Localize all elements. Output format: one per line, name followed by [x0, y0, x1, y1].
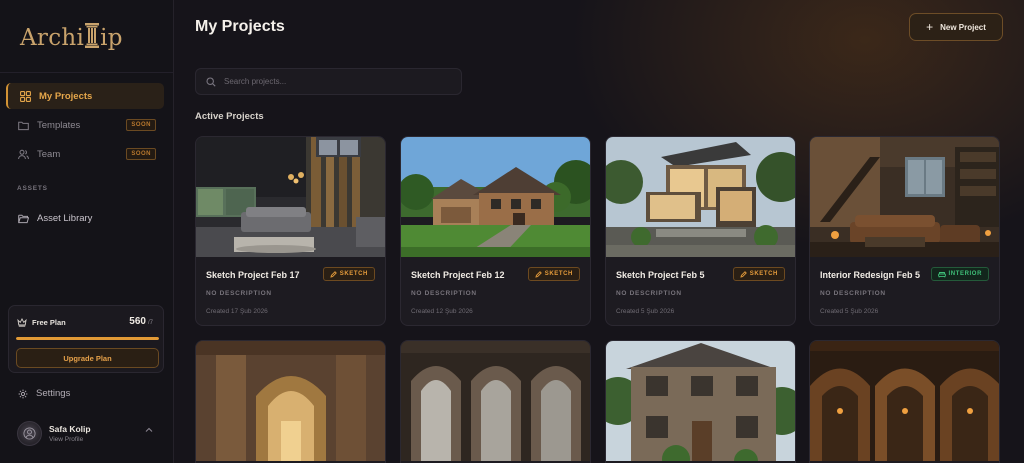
- project-title: Sketch Project Feb 12: [411, 270, 505, 280]
- project-type-badge: SKETCH: [322, 267, 375, 281]
- active-projects-heading: Active Projects: [195, 111, 264, 122]
- search-box[interactable]: [195, 68, 462, 95]
- project-type-badge: SKETCH: [732, 267, 785, 281]
- folder-open-icon: [18, 213, 29, 224]
- sidebar-item-asset-library[interactable]: Asset Library: [6, 205, 164, 231]
- project-description: NO DESCRIPTION: [616, 290, 682, 297]
- plus-icon: +: [926, 20, 934, 34]
- column-icon: [85, 22, 100, 54]
- project-card[interactable]: Interior Redesign Feb 5 INTERIOR NO DESC…: [809, 136, 1000, 326]
- project-card[interactable]: [605, 340, 796, 463]
- project-description: NO DESCRIPTION: [820, 290, 886, 297]
- badge-label: INTERIOR: [948, 271, 982, 277]
- project-title: Sketch Project Feb 17: [206, 270, 300, 280]
- sidebar-item-label: Asset Library: [37, 212, 93, 224]
- project-thumbnail[interactable]: [196, 137, 385, 257]
- pencil-icon: [535, 270, 542, 278]
- project-card[interactable]: Sketch Project Feb 12 SKETCH NO DESCRIPT…: [400, 136, 591, 326]
- project-thumbnail[interactable]: [401, 341, 590, 461]
- badge-label: SKETCH: [339, 271, 368, 277]
- project-type-badge: SKETCH: [527, 267, 580, 281]
- pencil-icon: [740, 270, 747, 278]
- plan-card: Free Plan 560/7 Upgrade Plan: [8, 305, 164, 373]
- project-card[interactable]: Sketch Project Feb 17 SKETCH NO DESCRIPT…: [195, 136, 386, 326]
- sidebar-item-templates[interactable]: Templates SOON: [6, 112, 164, 138]
- logo-text-left: Archi: [20, 25, 85, 51]
- soon-badge: SOON: [126, 148, 156, 160]
- page-title: My Projects: [195, 18, 285, 35]
- settings-label: Settings: [36, 388, 71, 399]
- project-card[interactable]: Sketch Project Feb 5 SKETCH NO DESCRIPTI…: [605, 136, 796, 326]
- plan-name: Free Plan: [17, 318, 66, 327]
- project-title: Interior Redesign Feb 5: [820, 270, 921, 280]
- profile-text: Safa Kolip View Profile: [49, 424, 91, 443]
- project-card[interactable]: [400, 340, 591, 463]
- sidebar-item-team[interactable]: Team SOON: [6, 141, 164, 167]
- plan-name-text: Free Plan: [32, 318, 66, 327]
- project-type-badge: INTERIOR: [930, 267, 989, 281]
- project-description: NO DESCRIPTION: [206, 290, 272, 297]
- profile-menu[interactable]: Safa Kolip View Profile: [17, 419, 157, 447]
- plan-credits: 560/7: [129, 316, 153, 327]
- pencil-icon: [330, 270, 337, 278]
- credits-suffix: /7: [147, 320, 153, 326]
- project-card[interactable]: [195, 340, 386, 463]
- project-description: NO DESCRIPTION: [411, 290, 477, 297]
- project-date: Created 5 Şub 2026: [616, 308, 675, 315]
- project-thumbnail[interactable]: [606, 341, 795, 461]
- project-thumbnail[interactable]: [196, 341, 385, 461]
- users-icon: [18, 149, 29, 160]
- search-input[interactable]: [224, 77, 444, 86]
- divider: [0, 72, 173, 73]
- sidebar-item-label: My Projects: [39, 90, 93, 102]
- soon-badge: SOON: [126, 119, 156, 131]
- upgrade-plan-button[interactable]: Upgrade Plan: [16, 348, 159, 368]
- crown-icon: [17, 318, 27, 327]
- project-thumbnail[interactable]: [810, 137, 999, 257]
- credits-progress-bar: [16, 337, 159, 340]
- sidebar-item-label: Team: [37, 148, 61, 160]
- logo-text-right: ip: [100, 25, 123, 51]
- chevron-up-icon[interactable]: [145, 427, 153, 433]
- credits-value: 560: [129, 316, 146, 327]
- sidebar-item-my-projects[interactable]: My Projects: [6, 83, 164, 109]
- project-date: Created 17 Şub 2026: [206, 308, 268, 315]
- badge-label: SKETCH: [544, 271, 573, 277]
- sidebar-item-label: Templates: [37, 119, 81, 131]
- project-thumbnail[interactable]: [401, 137, 590, 257]
- project-title: Sketch Project Feb 5: [616, 270, 705, 280]
- assets-section-label: ASSETS: [17, 185, 48, 192]
- gear-icon: [18, 389, 28, 399]
- settings-link[interactable]: Settings: [18, 388, 70, 399]
- credits-progress-fill: [16, 337, 159, 340]
- main-content: My Projects + New Project Active Project…: [175, 0, 1024, 463]
- search-icon: [206, 76, 216, 87]
- avatar: [17, 420, 42, 446]
- project-thumbnail[interactable]: [606, 137, 795, 257]
- sofa-icon: [937, 271, 946, 278]
- project-thumbnail[interactable]: [810, 341, 999, 461]
- badge-label: SKETCH: [749, 271, 778, 277]
- sidebar: Archi ip My Projects Templates SOON Team…: [0, 0, 174, 463]
- new-project-label: New Project: [940, 22, 986, 32]
- new-project-button[interactable]: + New Project: [909, 13, 1003, 41]
- project-card[interactable]: [809, 340, 1000, 463]
- project-date: Created 12 Şub 2026: [411, 308, 473, 315]
- archiip-logo[interactable]: Archi ip: [20, 20, 123, 56]
- profile-view-link[interactable]: View Profile: [49, 436, 91, 443]
- folder-icon: [18, 120, 29, 131]
- profile-name: Safa Kolip: [49, 423, 91, 434]
- grid-icon: [20, 90, 31, 102]
- project-date: Created 5 Şub 2026: [820, 308, 879, 315]
